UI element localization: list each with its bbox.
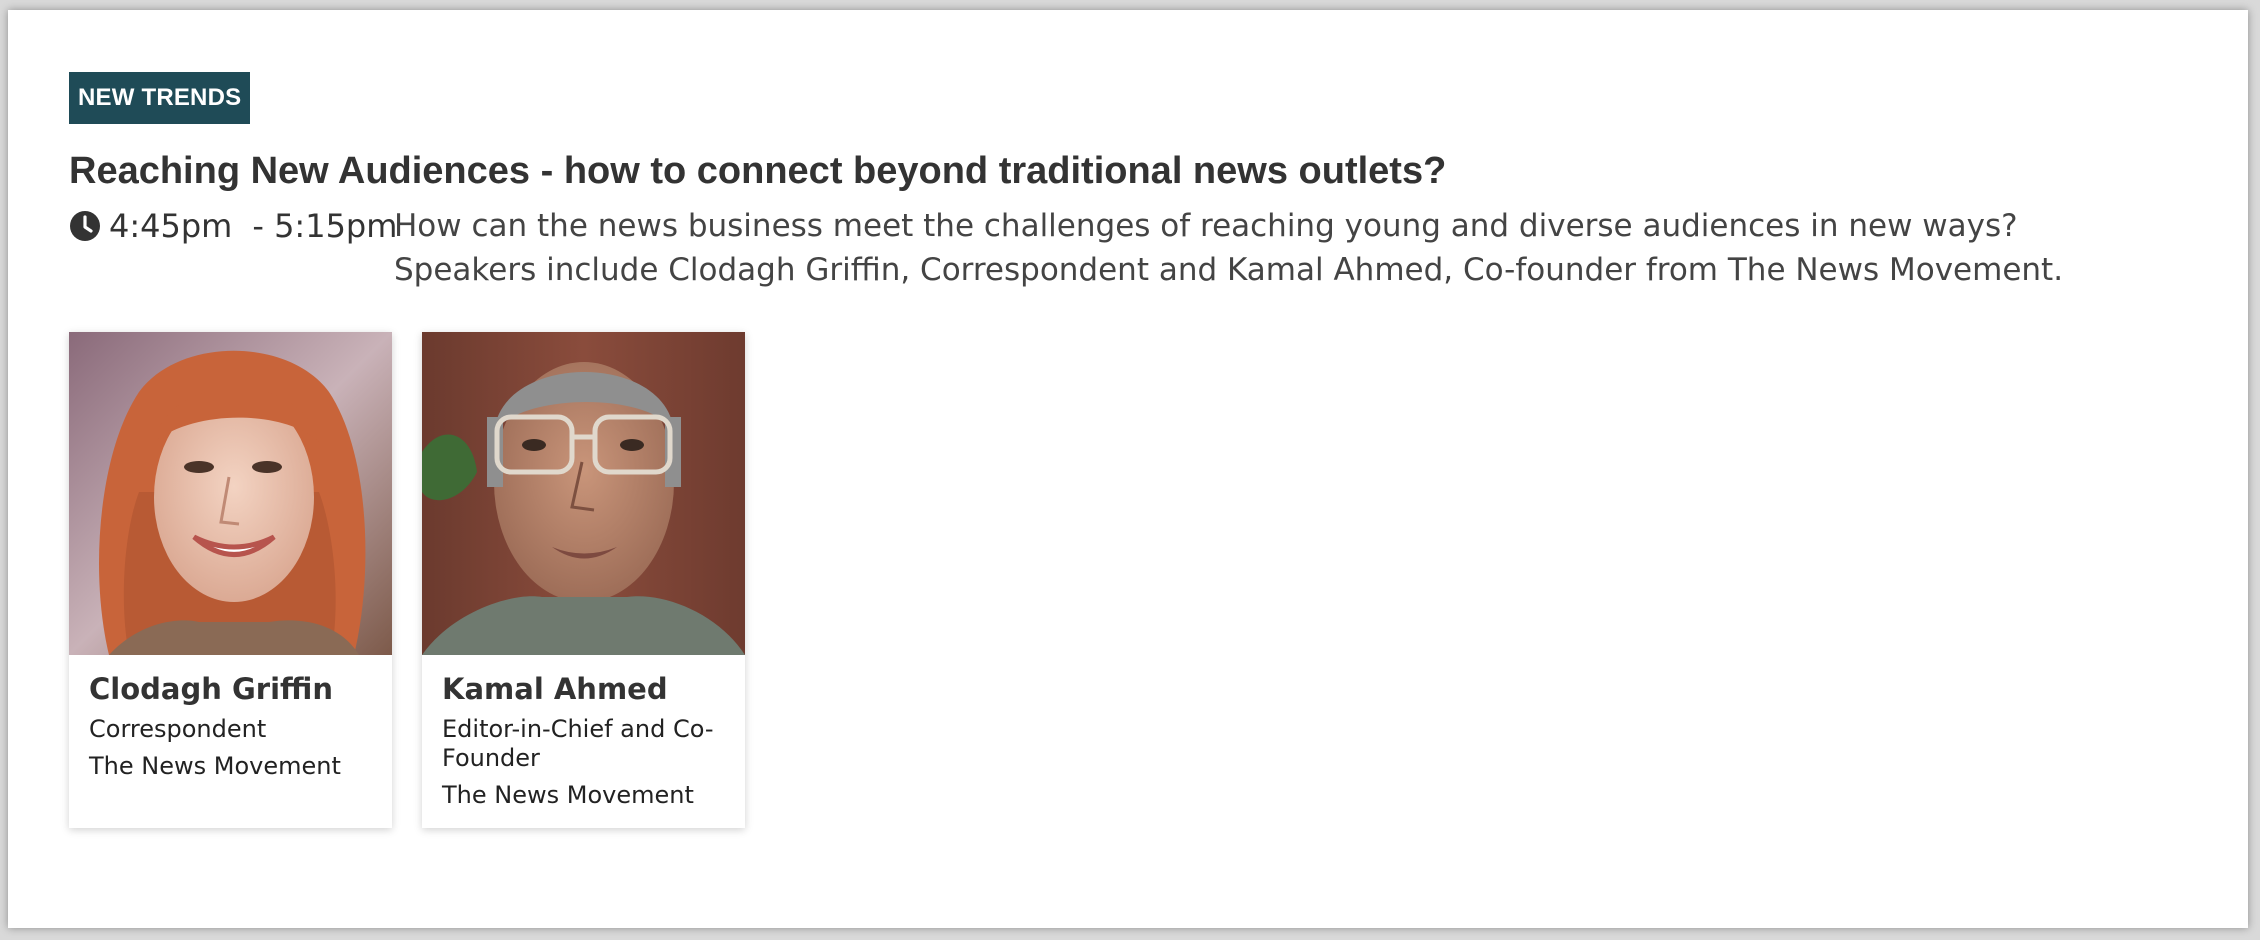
description-line: Speakers include Clodagh Griffin, Corres… <box>394 252 2064 288</box>
session-card: NEW TRENDS Reaching New Audiences - how … <box>8 10 2248 928</box>
speaker-organization: The News Movement <box>89 752 341 780</box>
category-badge: NEW TRENDS <box>69 72 251 124</box>
time-start: 4:45pm <box>109 207 233 245</box>
speaker-role: Editor-in-Chief and Co-Founder <box>442 715 714 772</box>
session-time: 4:45pm - 5:15pm <box>69 204 397 248</box>
session-description: How can the news business meet the chall… <box>394 204 2234 292</box>
speaker-list: Clodagh Griffin Correspondent The News M… <box>69 332 745 828</box>
speaker-organization: The News Movement <box>442 781 694 809</box>
session-title: Reaching New Audiences - how to connect … <box>69 150 1447 192</box>
speaker-card[interactable]: Clodagh Griffin Correspondent The News M… <box>69 332 392 828</box>
description-line: How can the news business meet the chall… <box>394 208 2018 244</box>
speaker-card[interactable]: Kamal Ahmed Editor-in-Chief and Co-Found… <box>422 332 745 828</box>
time-end: - 5:15pm <box>252 207 398 245</box>
speaker-photo <box>69 332 392 655</box>
clock-icon <box>70 211 100 241</box>
speaker-name: Clodagh Griffin <box>89 672 334 706</box>
speaker-role: Correspondent <box>89 715 267 743</box>
speaker-photo <box>422 332 745 655</box>
speaker-name: Kamal Ahmed <box>442 672 668 706</box>
